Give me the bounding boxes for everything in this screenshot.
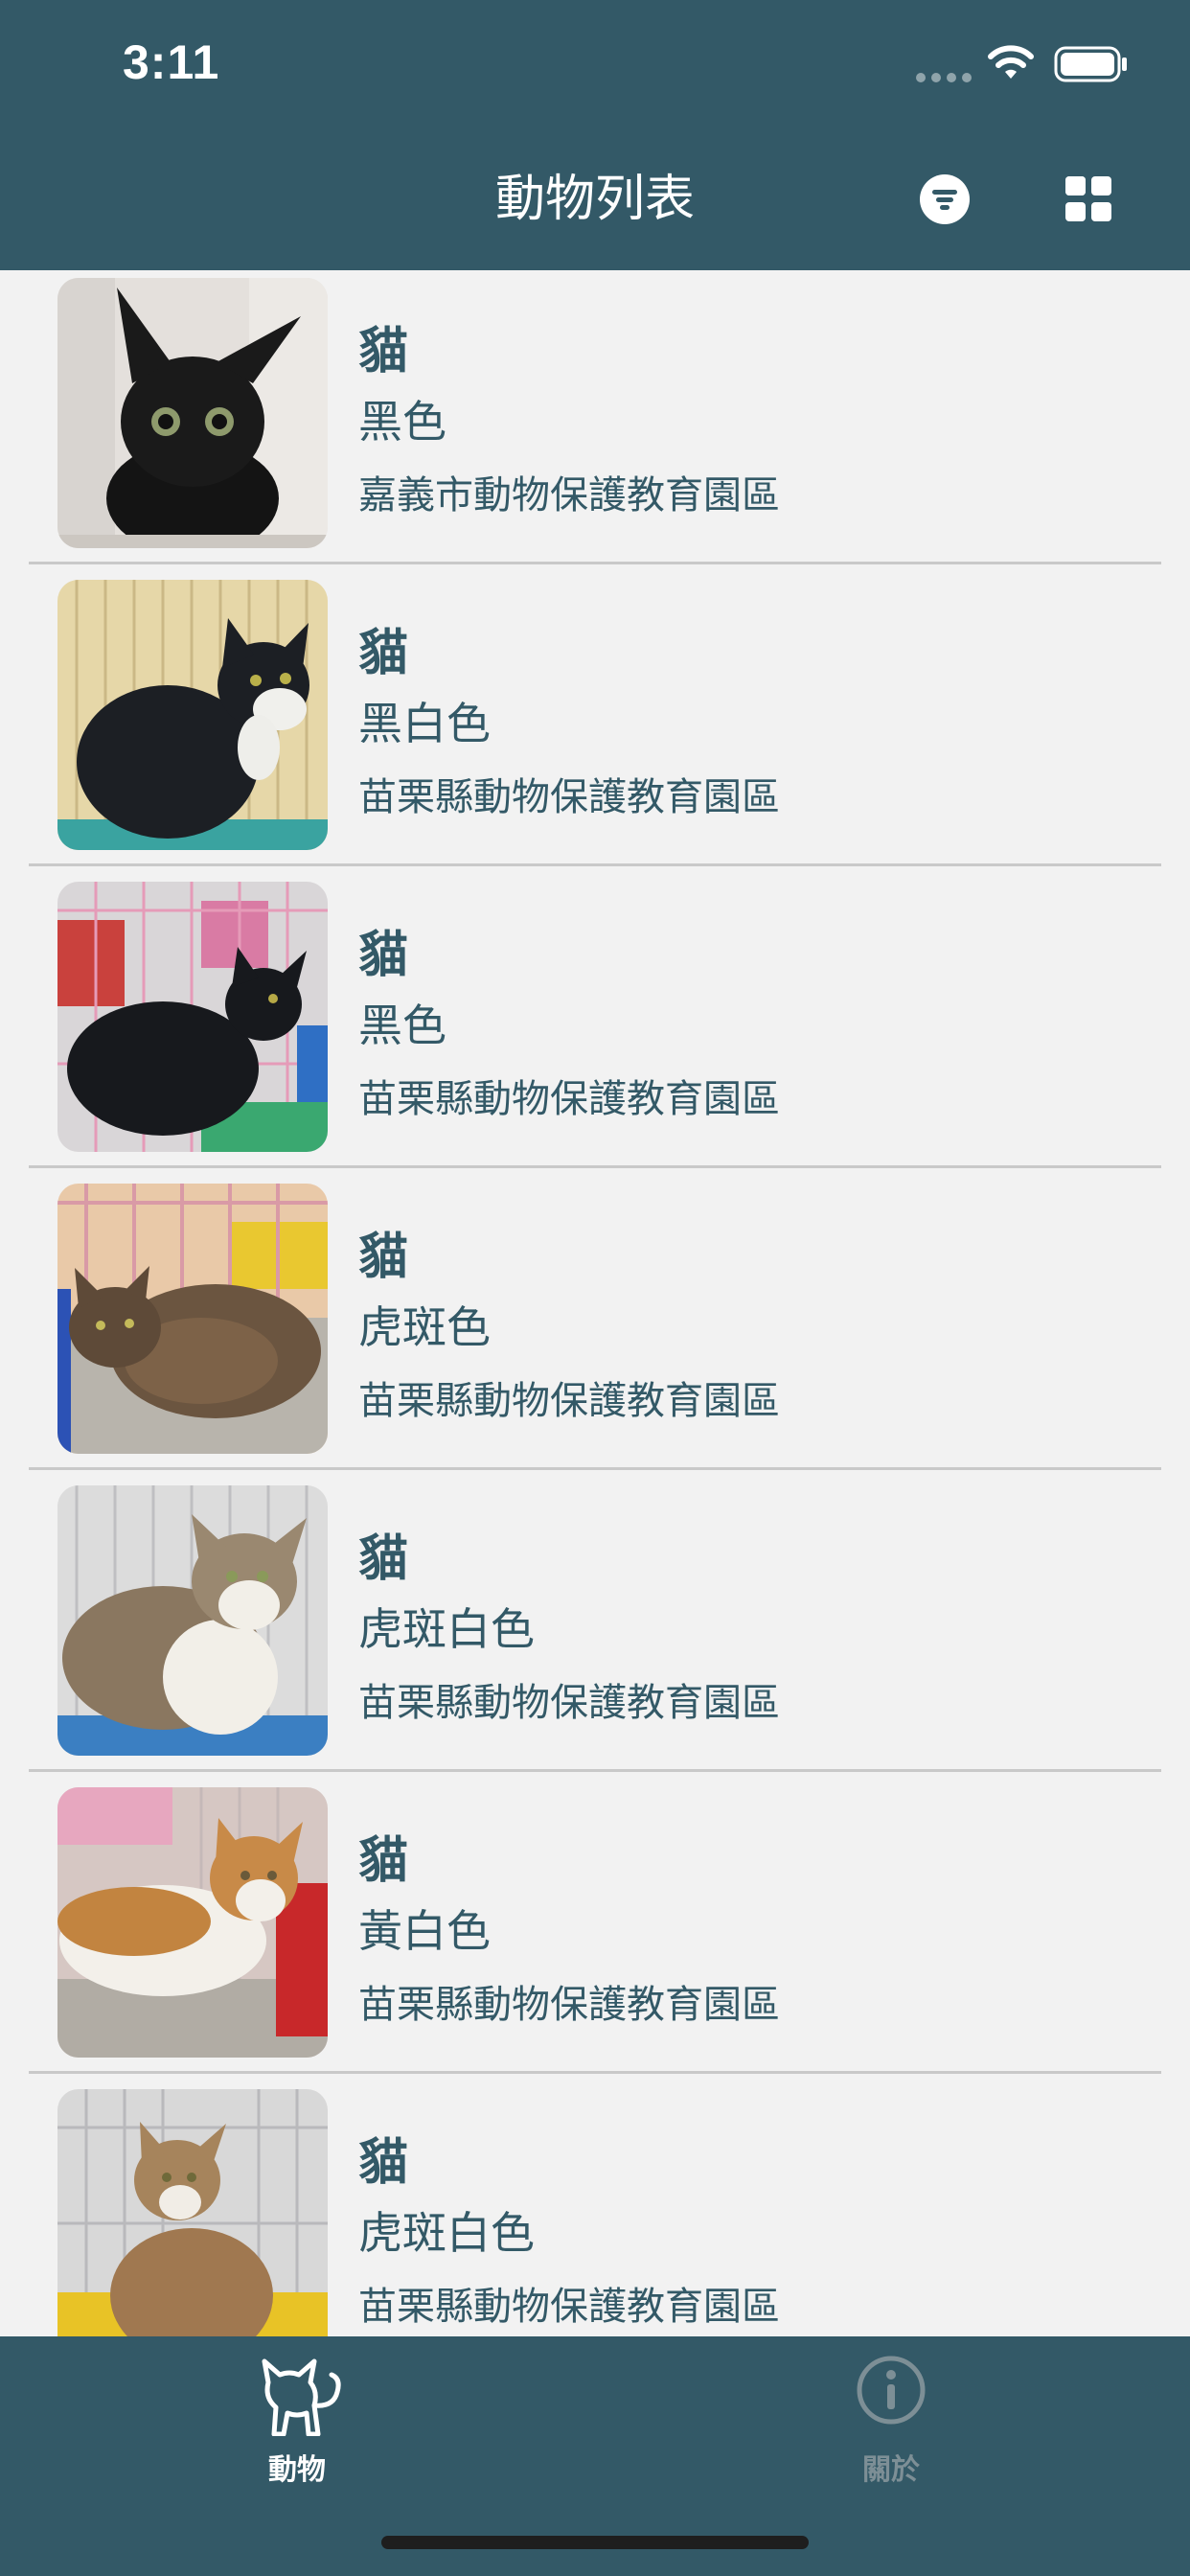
tab-about-label: 關於: [862, 2453, 920, 2487]
grid-view-button[interactable]: [1065, 176, 1113, 222]
animal-color: 虎斑白色: [358, 1603, 535, 1655]
tabby-white-cat-photo-2: [57, 2089, 328, 2336]
orange-white-cat-photo: [57, 1787, 328, 2058]
tabby-white-cat-photo: [57, 1485, 328, 1756]
animal-row[interactable]: 貓 虎斑色 苗栗縣動物保護教育園區: [0, 1176, 1190, 1478]
animal-shelter: 苗栗縣動物保護教育園區: [358, 2285, 780, 2329]
black-kitten-photo: [57, 278, 328, 548]
cellular-signal-icon: [916, 73, 972, 82]
grid-view-icon: [1065, 176, 1111, 221]
tab-animals[interactable]: 動物: [201, 2350, 393, 2494]
row-divider: [29, 1165, 1161, 1168]
tabby-cat-photo: [57, 1184, 328, 1454]
animal-species: 貓: [358, 1530, 409, 1588]
animal-color: 虎斑白色: [358, 2207, 535, 2259]
animal-row[interactable]: 貓 黃白色 苗栗縣動物保護教育園區: [0, 1780, 1190, 2082]
animal-species: 貓: [358, 927, 409, 984]
battery-icon: [1054, 46, 1127, 82]
animal-species: 貓: [358, 2134, 409, 2192]
animal-color: 黑白色: [358, 698, 491, 749]
animal-shelter: 嘉義市動物保護教育園區: [358, 473, 780, 518]
animal-row[interactable]: 貓 虎斑白色 苗栗縣動物保護教育園區: [0, 1478, 1190, 1780]
animal-shelter: 苗栗縣動物保護教育園區: [358, 1077, 780, 1121]
animal-row[interactable]: 貓 黑色 嘉義市動物保護教育園區: [0, 270, 1190, 572]
filter-button[interactable]: [920, 174, 970, 224]
animal-species: 貓: [358, 625, 409, 682]
animal-color: 虎斑色: [358, 1301, 491, 1353]
row-divider: [29, 562, 1161, 564]
black-cat-in-cage-photo: [57, 882, 328, 1152]
home-indicator: [381, 2536, 809, 2549]
animal-shelter: 苗栗縣動物保護教育園區: [358, 1379, 780, 1423]
tab-animals-label: 動物: [268, 2453, 326, 2487]
page-title: 動物列表: [494, 171, 695, 228]
animal-shelter: 苗栗縣動物保護教育園區: [358, 775, 780, 819]
animal-list[interactable]: 貓 黑色 嘉義市動物保護教育園區 貓 黑白色 苗栗縣動物保護教育園區 貓 黑色 …: [0, 270, 1190, 2336]
row-divider: [29, 1769, 1161, 1772]
animal-color: 黑色: [358, 1000, 446, 1051]
row-divider: [29, 2071, 1161, 2074]
tab-about[interactable]: 關於: [795, 2350, 987, 2494]
animal-species: 貓: [358, 1229, 409, 1286]
status-time: 3:11: [123, 35, 220, 89]
animal-color: 黑色: [358, 396, 446, 448]
animal-species: 貓: [358, 323, 409, 380]
animal-row[interactable]: 貓 黑色 苗栗縣動物保護教育園區: [0, 874, 1190, 1176]
animal-shelter: 苗栗縣動物保護教育園區: [358, 1681, 780, 1725]
info-icon: [857, 2356, 926, 2425]
animal-color: 黃白色: [358, 1905, 491, 1957]
wifi-icon: [988, 45, 1034, 79]
row-divider: [29, 863, 1161, 866]
black-white-cat-photo: [57, 580, 328, 850]
animal-shelter: 苗栗縣動物保護教育園區: [358, 1983, 780, 2027]
row-divider: [29, 1467, 1161, 1470]
animal-row[interactable]: 貓 黑白色 苗栗縣動物保護教育園區: [0, 572, 1190, 874]
navigation-header: 3:11 動物列表: [0, 0, 1190, 270]
animal-species: 貓: [358, 1832, 409, 1890]
cat-icon: [262, 2358, 341, 2436]
animal-row[interactable]: 貓 虎斑白色 苗栗縣動物保護教育園區: [0, 2082, 1190, 2336]
